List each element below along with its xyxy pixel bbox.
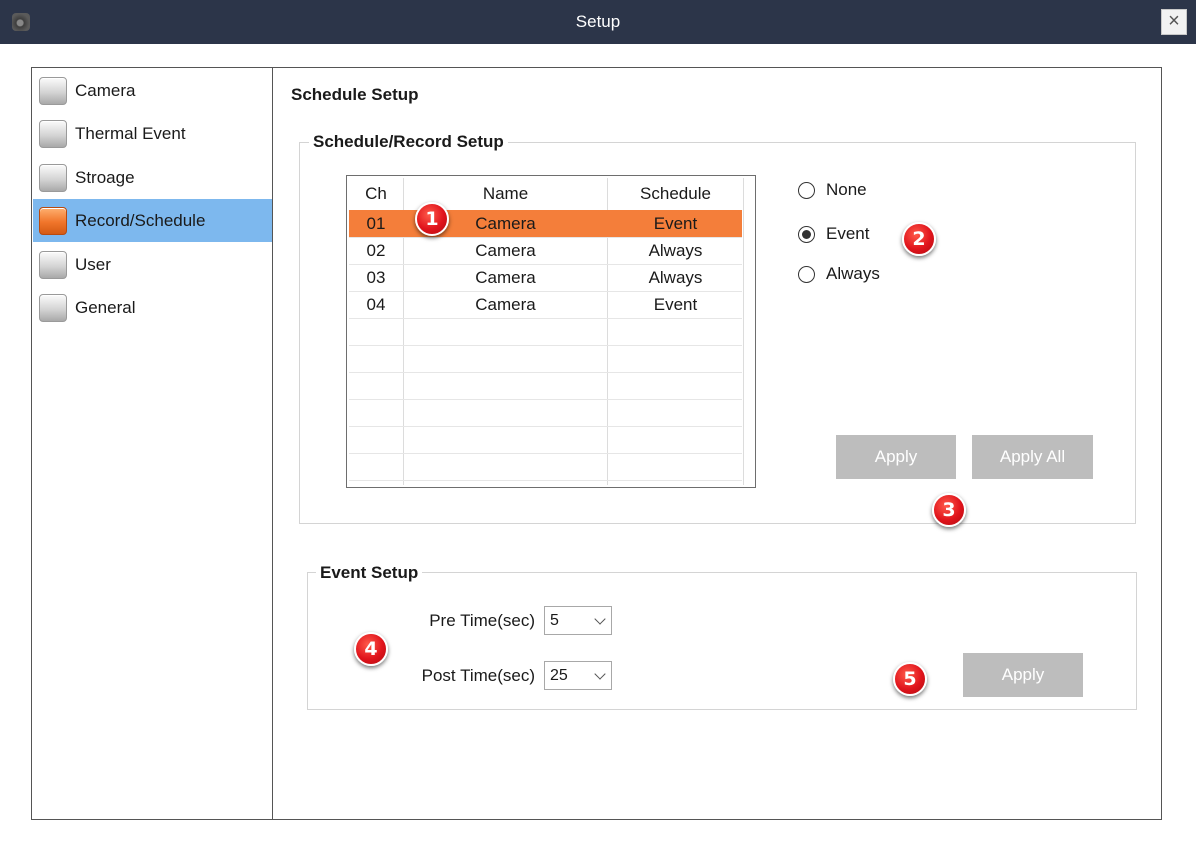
table-row-divider [349, 318, 742, 319]
callout-badge-4: 4 [354, 632, 388, 666]
sidebar-item-label: User [75, 254, 111, 274]
pre-time-select[interactable]: 5 [544, 606, 612, 635]
table-row-divider [349, 399, 742, 400]
sidebar-item-user[interactable]: User [33, 243, 272, 286]
sidebar-item-label: Record/Schedule [75, 210, 206, 230]
table-cell-schedule: Always [648, 268, 703, 287]
table-row-divider [349, 264, 742, 265]
table-cell-schedule: Always [648, 241, 703, 260]
table-row-divider [349, 480, 742, 481]
post-time-label: Post Time(sec) [421, 666, 535, 685]
table-row[interactable]: 02 Camera Always [349, 237, 742, 264]
sidebar-item-label: General [75, 297, 136, 317]
camera-icon [39, 76, 67, 105]
table-cell-ch: 02 [366, 241, 386, 260]
table-cell-schedule: Event [653, 214, 698, 233]
radio-event[interactable]: Event [798, 224, 869, 244]
sidebar-item-storage[interactable]: Stroage [33, 156, 272, 199]
sidebar-item-label: Thermal Event [75, 123, 186, 143]
apply-button[interactable]: Apply [836, 435, 956, 479]
sidebar-item-general[interactable]: General [33, 286, 272, 329]
event-setup-group-title: Event Setup [316, 563, 423, 583]
radio-label: None [826, 180, 867, 199]
radio-always[interactable]: Always [798, 264, 880, 284]
sidebar-item-camera[interactable]: Camera [33, 69, 272, 112]
post-time-value: 25 [550, 667, 568, 684]
pre-time-label: Pre Time(sec) [429, 611, 535, 630]
sidebar-item-record-schedule[interactable]: Record/Schedule [33, 199, 272, 242]
storage-icon [39, 163, 67, 192]
callout-badge-2: 2 [902, 222, 936, 256]
callout-badge-1: 1 [415, 202, 449, 236]
table-row-divider [349, 426, 742, 427]
radio-label: Always [826, 264, 880, 283]
sidebar-item-label: Stroage [75, 167, 135, 187]
window-title: Setup [575, 12, 621, 31]
event-apply-button[interactable]: Apply [963, 653, 1083, 697]
title-bar: Setup × [0, 0, 1196, 44]
schedule-table: Ch Name Schedule 01 Camera Event 02 Came… [346, 175, 756, 488]
table-cell-schedule: Event [653, 295, 698, 314]
sidebar-item-label: Camera [75, 80, 136, 100]
pre-time-value: 5 [550, 612, 559, 629]
table-cell-name: Camera [475, 241, 536, 260]
column-header-name[interactable]: Name [404, 184, 607, 204]
table-row-divider [349, 237, 742, 238]
apply-all-button[interactable]: Apply All [972, 435, 1093, 479]
page-title: Schedule Setup [291, 85, 419, 104]
post-time-select[interactable]: 25 [544, 661, 612, 690]
table-row[interactable]: 01 Camera Event [349, 210, 742, 237]
table-row-divider [349, 345, 742, 346]
table-column-divider [743, 178, 744, 485]
table-row-divider [349, 453, 742, 454]
chevron-down-icon [594, 668, 606, 680]
table-cell-ch: 04 [366, 295, 386, 314]
radio-circle [798, 181, 815, 199]
radio-label: Event [826, 224, 870, 243]
radio-circle [798, 225, 815, 243]
table-row[interactable]: 04 Camera Event [349, 291, 742, 318]
close-button[interactable]: × [1161, 9, 1187, 35]
radio-circle [798, 265, 815, 283]
table-row-divider [349, 372, 742, 373]
general-icon [39, 293, 67, 322]
table-row[interactable]: 03 Camera Always [349, 264, 742, 291]
chevron-down-icon [594, 613, 606, 625]
sidebar: Camera Thermal Event Stroage Record/Sche… [31, 67, 273, 820]
sidebar-item-thermal-event[interactable]: Thermal Event [33, 112, 272, 155]
column-header-ch[interactable]: Ch [349, 184, 403, 204]
radio-none[interactable]: None [798, 180, 867, 200]
thermal-event-icon [39, 119, 67, 148]
record-schedule-icon [39, 206, 67, 235]
table-row-divider [349, 291, 742, 292]
user-icon [39, 250, 67, 279]
table-cell-name: Camera [475, 268, 536, 287]
callout-badge-3: 3 [932, 493, 966, 527]
column-header-schedule[interactable]: Schedule [608, 184, 743, 204]
table-cell-ch: 01 [366, 214, 386, 233]
table-cell-ch: 03 [366, 268, 386, 287]
schedule-record-group-title: Schedule/Record Setup [309, 132, 508, 152]
table-cell-name: Camera [475, 295, 536, 314]
callout-badge-5: 5 [893, 662, 927, 696]
